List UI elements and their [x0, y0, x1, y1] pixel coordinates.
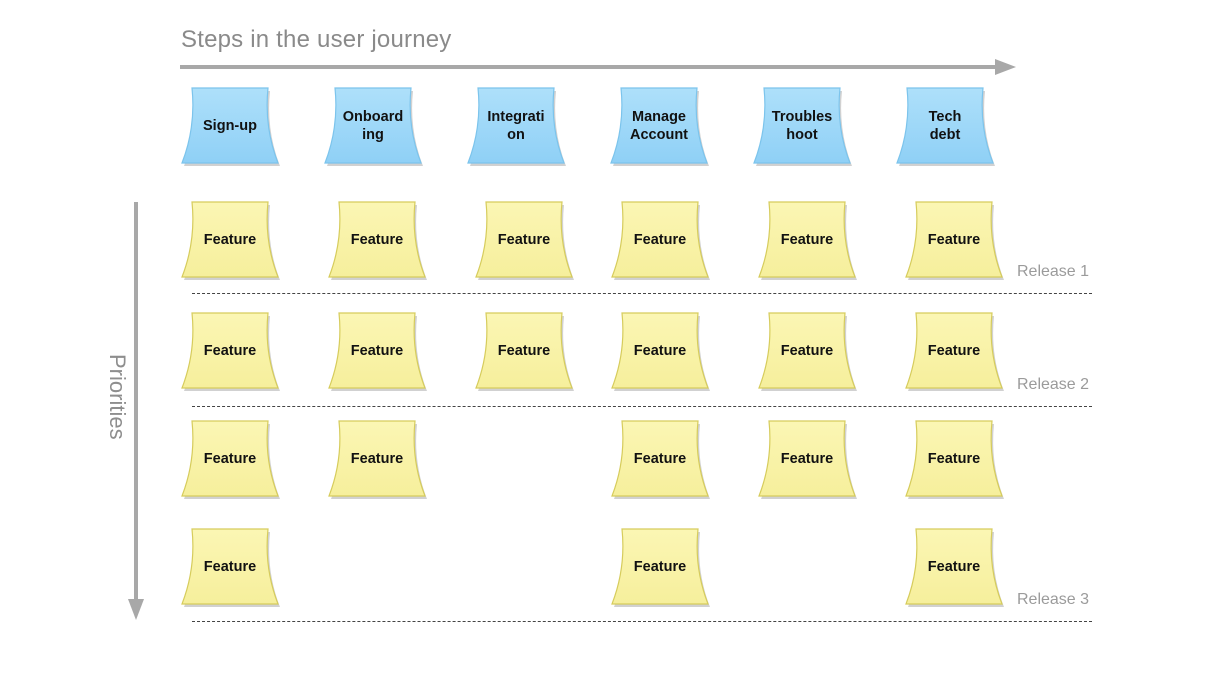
feature-card[interactable]: Feature: [610, 420, 710, 499]
feature-card[interactable]: Feature: [904, 528, 1004, 607]
feature-label: Feature: [927, 559, 981, 575]
step-card[interactable]: Tech debt: [895, 87, 995, 166]
feature-card[interactable]: Feature: [474, 312, 574, 391]
step-card[interactable]: Sign-up: [180, 87, 280, 166]
release-divider: [192, 293, 1092, 294]
feature-label: Feature: [633, 232, 687, 248]
feature-card[interactable]: Feature: [327, 201, 427, 280]
journey-arrow: [180, 59, 1016, 75]
feature-label: Feature: [927, 343, 981, 359]
release-label: Release 3: [1017, 591, 1090, 608]
feature-label: Feature: [633, 451, 687, 467]
feature-card[interactable]: Feature: [757, 201, 857, 280]
feature-label: Feature: [497, 343, 551, 359]
feature-card[interactable]: Feature: [757, 312, 857, 391]
feature-label: Feature: [927, 232, 981, 248]
feature-card[interactable]: Feature: [327, 312, 427, 391]
feature-card[interactable]: Feature: [610, 528, 710, 607]
feature-label: Feature: [780, 451, 834, 467]
feature-label: Feature: [350, 232, 404, 248]
priorities-arrow: [128, 202, 144, 620]
feature-card[interactable]: Feature: [474, 201, 574, 280]
step-card[interactable]: Troubles hoot: [752, 87, 852, 166]
feature-label: Feature: [350, 343, 404, 359]
feature-card[interactable]: Feature: [180, 420, 280, 499]
feature-label: Feature: [633, 343, 687, 359]
feature-label: Feature: [497, 232, 551, 248]
release-label: Release 1: [1017, 263, 1090, 280]
step-label: Troubles hoot: [771, 109, 833, 143]
feature-card[interactable]: Feature: [904, 420, 1004, 499]
feature-label: Feature: [350, 451, 404, 467]
feature-label: Feature: [203, 232, 257, 248]
feature-label: Feature: [927, 451, 981, 467]
feature-card[interactable]: Feature: [327, 420, 427, 499]
priorities-label: Priorities: [105, 354, 130, 440]
feature-card[interactable]: Feature: [180, 528, 280, 607]
feature-card[interactable]: Feature: [180, 312, 280, 391]
feature-card[interactable]: Feature: [180, 201, 280, 280]
feature-label: Feature: [780, 343, 834, 359]
feature-label: Feature: [633, 559, 687, 575]
release-label: Release 2: [1017, 376, 1090, 393]
release-divider: [192, 621, 1092, 622]
feature-label: Feature: [203, 559, 257, 575]
step-label: Onboard ing: [342, 109, 404, 143]
feature-label: Feature: [203, 343, 257, 359]
feature-card[interactable]: Feature: [904, 201, 1004, 280]
feature-label: Feature: [203, 451, 257, 467]
step-label: Integrati on: [487, 109, 545, 143]
feature-card[interactable]: Feature: [610, 312, 710, 391]
step-card[interactable]: Onboard ing: [323, 87, 423, 166]
feature-card[interactable]: Feature: [610, 201, 710, 280]
journey-title: Steps in the user journey: [181, 26, 452, 53]
step-label: Sign-up: [203, 118, 257, 134]
step-card[interactable]: Integrati on: [466, 87, 566, 166]
step-label: Tech debt: [928, 109, 962, 143]
feature-label: Feature: [780, 232, 834, 248]
feature-card[interactable]: Feature: [904, 312, 1004, 391]
step-card[interactable]: Manage Account: [609, 87, 709, 166]
release-divider: [192, 406, 1092, 407]
feature-card[interactable]: Feature: [757, 420, 857, 499]
step-label: Manage Account: [630, 109, 688, 143]
